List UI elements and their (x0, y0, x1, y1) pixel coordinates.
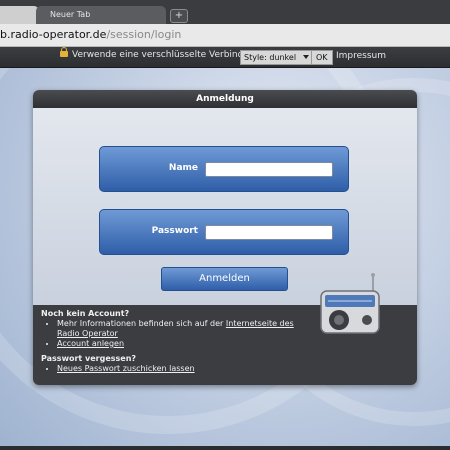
no-account-list: Mehr Informationen befinden sich auf der… (41, 319, 317, 349)
forgot-password-title: Passwort vergessen? (41, 354, 137, 363)
lock-icon (60, 47, 68, 57)
browser-tab-new[interactable]: Neuer Tab (36, 6, 166, 24)
name-input[interactable] (205, 162, 333, 177)
create-account-link[interactable]: Account anlegen (57, 339, 124, 348)
chevron-down-icon (303, 55, 310, 59)
list-item: Account anlegen (57, 339, 317, 349)
no-account-title: Noch kein Account? (41, 309, 130, 318)
url-path: /session/login (106, 28, 182, 41)
impressum-link[interactable]: Impressum (336, 51, 386, 61)
name-label: Name (168, 163, 198, 173)
url-text[interactable]: b.radio-operator.de/session/login (0, 28, 181, 41)
ok-button[interactable]: OK (311, 50, 333, 65)
info-text: Mehr Informationen befinden sich auf der (57, 319, 224, 328)
reset-password-link[interactable]: Neues Passwort zuschicken lassen (57, 364, 195, 373)
password-input[interactable] (205, 225, 333, 240)
forgot-password-list: Neues Passwort zuschicken lassen (41, 364, 317, 374)
style-select[interactable]: Style: dunkel (240, 50, 314, 65)
list-item: Mehr Informationen befinden sich auf der… (57, 319, 317, 339)
login-panel: Anmeldung Name Passwort Anmelden Noch ke… (33, 90, 417, 385)
name-field-box: Name (99, 146, 349, 192)
browser-tab-active[interactable] (0, 6, 39, 24)
login-panel-title: Anmeldung (33, 90, 417, 108)
style-select-value: Style: dunkel (244, 53, 297, 62)
browser-tab-strip: Neuer Tab + (0, 0, 450, 24)
tab-label: Neuer Tab (50, 10, 91, 19)
password-label: Passwort (151, 226, 198, 236)
login-button[interactable]: Anmelden (161, 267, 288, 291)
site-header-bar: Verwende eine verschlüsselte Verbindung … (0, 47, 450, 68)
bottom-edge (0, 446, 450, 450)
radio-icon (320, 273, 380, 334)
url-host: b.radio-operator.de (0, 28, 107, 41)
address-bar[interactable]: b.radio-operator.de/session/login (0, 24, 450, 47)
new-tab-button[interactable]: + (170, 9, 188, 23)
password-field-box: Passwort (99, 209, 349, 255)
secure-connection-text: Verwende eine verschlüsselte Verbindung (72, 50, 261, 60)
list-item: Neues Passwort zuschicken lassen (57, 364, 317, 374)
